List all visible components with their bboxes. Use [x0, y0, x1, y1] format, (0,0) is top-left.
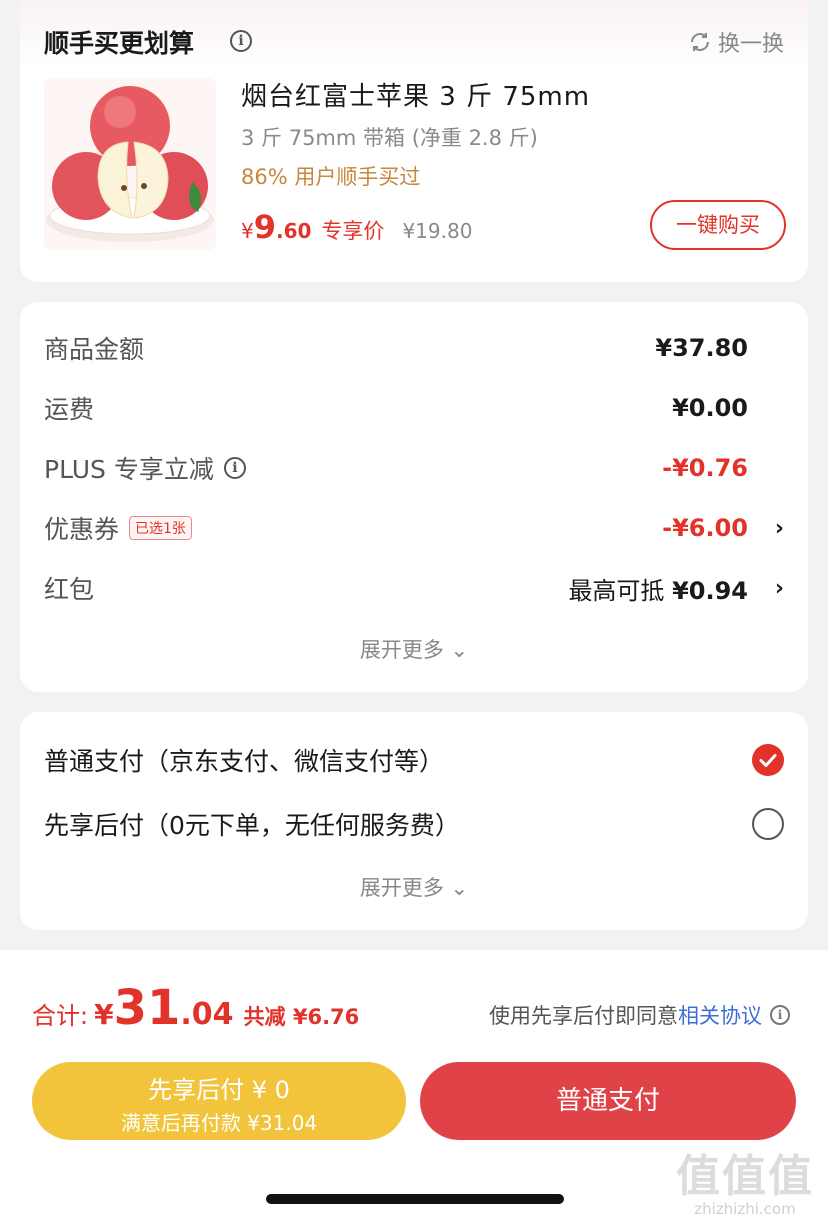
product-image[interactable]: [44, 78, 216, 250]
amount-label: PLUS 专享立减: [44, 455, 214, 484]
checkout-footer: 合计: ¥ 31 .04 共减 ¥6.76 使用先享后付即同意相关协议 i 先享…: [0, 950, 828, 1218]
check-icon: [759, 754, 777, 767]
radio-checked[interactable]: [752, 744, 784, 776]
watermark-url: zhizhizhi.com: [694, 1200, 796, 1218]
agreement-prefix: 使用先享后付即同意: [489, 1004, 678, 1028]
order-total: 合计: ¥ 31 .04 共减 ¥6.76: [32, 980, 359, 1036]
payment-method-card: 普通支付（京东支付、微信支付等） 先享后付（0元下单，无任何服务费） 展开更多 …: [20, 712, 808, 930]
info-icon[interactable]: i: [223, 457, 246, 479]
expand-more-label: 展开更多: [359, 638, 444, 662]
coupon-selected-badge: 已选1张: [129, 516, 192, 540]
info-icon[interactable]: i: [230, 30, 252, 52]
payment-option-pay-later[interactable]: 先享后付（0元下单，无任何服务费）: [44, 804, 784, 844]
chevron-down-icon: ⌄: [450, 638, 469, 662]
amount-value: -¥6.00: [662, 514, 748, 542]
deal-title: 顺手买更划算: [44, 29, 195, 58]
one-click-buy-button[interactable]: 一键购买: [650, 200, 786, 250]
swap-button[interactable]: 换一换: [688, 26, 784, 58]
refresh-icon: [690, 33, 709, 51]
amount-label-group: 优惠券 已选1张: [44, 510, 192, 546]
amount-label-group: PLUS 专享立减 i: [44, 450, 246, 486]
expand-more-label: 展开更多: [359, 876, 444, 900]
swap-label: 换一换: [717, 32, 784, 57]
watermark: 值值值 zhizhizhi.com: [676, 1140, 814, 1218]
price-currency: ¥: [241, 219, 254, 243]
total-saved: 共减 ¥6.76: [243, 1005, 360, 1029]
chevron-right-icon[interactable]: ›: [775, 516, 784, 541]
payment-option-label: 先享后付（0元下单，无任何服务费）: [44, 811, 460, 840]
amount-row-goods: 商品金额 ¥37.80: [44, 328, 784, 368]
addon-deal-card: 顺手买更划算 i 换一换 烟台红富士苹果 3 斤 75mm 3 斤 75mm 带…: [20, 0, 808, 282]
amount-value-group: 最高可抵 ¥0.94: [568, 571, 748, 606]
order-amounts-card: 商品金额 ¥37.80 运费 ¥0.00 PLUS 专享立减 i -¥0.76 …: [20, 302, 808, 692]
pay-later-label: 先享后付 ¥ 0: [148, 1076, 290, 1104]
amount-label: 优惠券: [44, 515, 120, 544]
price-decimal: .60: [276, 219, 312, 243]
amount-row-shipping: 运费 ¥0.00: [44, 388, 784, 428]
normal-pay-button[interactable]: 普通支付: [420, 1062, 796, 1140]
total-decimal: .04: [180, 997, 234, 1032]
amount-value-prefix: 最高可抵: [568, 576, 665, 605]
amount-label: 红包: [44, 575, 95, 604]
product-price: ¥ 9 .60 专享价 ¥19.80: [241, 208, 472, 246]
apple-image-icon: [46, 86, 214, 242]
payment-option-label: 普通支付（京东支付、微信支付等）: [44, 747, 445, 776]
total-label: 合计:: [32, 1002, 89, 1030]
expand-more-button[interactable]: 展开更多 ⌄: [20, 872, 808, 902]
pay-later-button[interactable]: 先享后付 ¥ 0 满意后再付款 ¥31.04: [32, 1062, 406, 1140]
total-integer: 31: [113, 980, 181, 1036]
amount-value: ¥0.94: [672, 576, 748, 605]
total-currency: ¥: [94, 998, 114, 1031]
watermark-logo: 值值值: [676, 1151, 814, 1202]
expand-more-button[interactable]: 展开更多 ⌄: [20, 634, 808, 664]
amount-value: ¥0.00: [672, 394, 748, 422]
amount-value: -¥0.76: [662, 454, 748, 482]
product-name[interactable]: 烟台红富士苹果 3 斤 75mm: [241, 76, 590, 113]
home-indicator[interactable]: [266, 1194, 564, 1204]
price-integer: 9: [253, 208, 276, 246]
info-icon[interactable]: i: [770, 1005, 790, 1025]
chevron-down-icon: ⌄: [450, 876, 469, 900]
amount-label: 运费: [44, 395, 95, 424]
pay-later-sublabel: 满意后再付款 ¥31.04: [120, 1111, 318, 1135]
original-price: ¥19.80: [402, 219, 473, 243]
product-buyers-stat: 86% 用户顺手买过: [241, 165, 421, 189]
payment-option-normal[interactable]: 普通支付（京东支付、微信支付等）: [44, 740, 784, 780]
price-tag: 专享价: [321, 219, 385, 243]
chevron-right-icon[interactable]: ›: [775, 576, 784, 601]
amount-label: 商品金额: [44, 335, 145, 364]
amount-row-plus-discount: PLUS 专享立减 i -¥0.76: [44, 448, 784, 488]
agreement-notice: 使用先享后付即同意相关协议 i: [489, 1000, 790, 1030]
agreement-link[interactable]: 相关协议: [678, 1004, 762, 1028]
product-spec: 3 斤 75mm 带箱 (净重 2.8 斤): [241, 126, 538, 150]
amount-row-red-packet[interactable]: 红包 最高可抵 ¥0.94 ›: [44, 568, 784, 608]
amount-value: ¥37.80: [655, 334, 748, 362]
amount-row-coupon[interactable]: 优惠券 已选1张 -¥6.00 ›: [44, 508, 784, 548]
agreement-text: 使用先享后付即同意相关协议: [489, 1000, 762, 1030]
radio-unchecked[interactable]: [752, 808, 784, 840]
